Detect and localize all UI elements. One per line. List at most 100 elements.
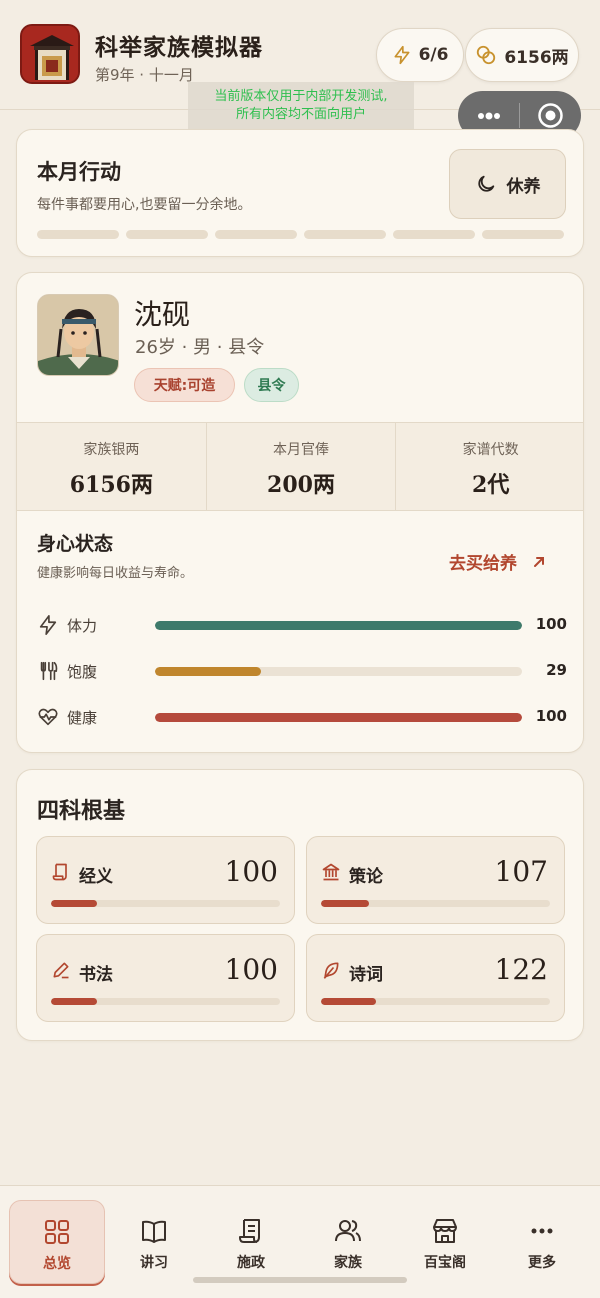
money-value: 6156两	[504, 47, 569, 68]
money-pill[interactable]: 6156两	[465, 28, 579, 82]
monthly-action-desc: 每件事都要用心,也要留一分余地。	[37, 197, 252, 213]
bar-value: 100	[535, 615, 567, 633]
subject-label: 经义	[79, 867, 113, 887]
capsule-divider	[519, 103, 520, 128]
stat-label: 家谱代数	[462, 442, 519, 458]
stat-value: 2代	[472, 472, 510, 498]
arrow-up-right-icon	[534, 556, 544, 567]
dev-notice: 当前版本仅用于内部开发测试, 所有内容均不面向用户	[188, 82, 414, 130]
bar-track	[155, 621, 522, 630]
buy-supplies-label: 去买给养	[449, 554, 517, 574]
action-slot[interactable]	[393, 230, 475, 239]
pen-icon	[53, 962, 69, 979]
subject-fill	[321, 998, 376, 1005]
feather-icon	[323, 962, 339, 979]
action-slot[interactable]	[482, 230, 564, 239]
lightning-icon	[39, 615, 57, 635]
moon-icon	[477, 175, 494, 192]
people-icon	[335, 1220, 361, 1242]
character-name: 沈砚	[134, 298, 191, 331]
subject-value: 100	[224, 855, 278, 888]
body-state-desc: 健康影响每日收益与寿命。	[37, 566, 194, 581]
subject-track	[321, 998, 550, 1005]
monthly-action-title: 本月行动	[37, 160, 121, 184]
body-state-title: 身心状态	[37, 533, 114, 555]
stat-generations: 家谱代数 2代	[396, 423, 583, 510]
subject-value: 107	[494, 855, 548, 888]
bar-label: 体力	[67, 617, 98, 635]
notice-line-2: 所有内容均不面向用户	[235, 107, 366, 122]
stat-family-silver: 家族银两 6156两	[17, 423, 207, 510]
subject-value: 122	[494, 953, 548, 986]
office-badge: 县令	[244, 368, 299, 402]
subject-label: 策论	[349, 867, 383, 887]
more-dots-icon[interactable]	[474, 104, 504, 128]
energy-pill[interactable]: 6/6	[376, 28, 464, 82]
tab-lecture[interactable]: 讲习	[106, 1200, 202, 1284]
rest-label: 休养	[506, 176, 541, 197]
book-icon	[142, 1220, 166, 1243]
stamina-bar: 体力 100	[37, 613, 567, 639]
subjects-card: 四科根基 经义 100 策论 107 书法 100 诗词 122	[16, 769, 584, 1041]
institution-icon	[322, 863, 340, 881]
stat-label: 本月官俸	[273, 442, 329, 458]
subject-celun[interactable]: 策论 107	[306, 836, 565, 924]
shop-icon	[433, 1219, 457, 1243]
game-date: 第9年 · 十一月	[95, 66, 194, 84]
subject-fill	[321, 900, 370, 907]
lightning-icon	[394, 45, 410, 65]
rest-button[interactable]: 休养	[449, 149, 566, 219]
avatar[interactable]	[37, 294, 119, 376]
tab-governance[interactable]: 施政	[203, 1200, 299, 1284]
bar-value: 100	[535, 707, 567, 725]
bar-label: 饱腹	[67, 663, 98, 681]
subject-fill	[51, 900, 97, 907]
character-card: 沈砚 26岁 · 男 · 县令 天赋:可造 县令 家族银两 6156两 本月官俸…	[16, 272, 584, 753]
bar-track	[155, 713, 522, 722]
tab-label: 家族	[334, 1255, 362, 1271]
heart-pulse-icon	[38, 708, 58, 726]
subject-label: 书法	[79, 965, 113, 985]
stat-label: 家族银两	[83, 442, 140, 458]
tab-treasure-shop[interactable]: 百宝阁	[397, 1200, 493, 1284]
action-slot[interactable]	[215, 230, 297, 239]
grid-icon	[45, 1220, 69, 1244]
satiety-bar: 饱腹 29	[37, 659, 567, 685]
scroll-icon	[239, 1219, 260, 1243]
action-slot[interactable]	[37, 230, 119, 239]
buy-supplies-link[interactable]: 去买给养	[449, 549, 547, 574]
bar-track	[155, 667, 522, 676]
tab-label: 讲习	[140, 1255, 168, 1271]
subject-value: 100	[224, 953, 278, 986]
tab-family[interactable]: 家族	[300, 1200, 396, 1284]
close-target-icon[interactable]	[537, 102, 564, 129]
utensils-icon	[40, 661, 58, 681]
subject-shufa[interactable]: 书法 100	[36, 934, 295, 1022]
tab-overview[interactable]: 总览	[9, 1200, 105, 1284]
character-meta: 26岁 · 男 · 县令	[135, 337, 265, 358]
action-slot[interactable]	[304, 230, 386, 239]
stat-value: 200两	[267, 472, 335, 498]
tab-label: 总览	[43, 1256, 71, 1272]
family-stats: 家族银两 6156两 本月官俸 200两 家谱代数 2代	[17, 422, 583, 511]
subject-fill	[51, 998, 97, 1005]
bar-value: 29	[546, 661, 567, 679]
subject-track	[321, 900, 550, 907]
action-slots	[37, 230, 564, 239]
app-logo	[20, 24, 80, 84]
tab-more[interactable]: 更多	[494, 1200, 590, 1284]
bar-fill	[155, 713, 522, 722]
home-indicator[interactable]	[193, 1277, 407, 1283]
health-bar: 健康 100	[37, 705, 567, 731]
energy-value: 6/6	[418, 45, 449, 65]
subject-shici[interactable]: 诗词 122	[306, 934, 565, 1022]
subject-track	[51, 998, 280, 1005]
subject-jingyi[interactable]: 经义 100	[36, 836, 295, 924]
app-title: 科举家族模拟器	[95, 34, 263, 61]
scroll-icon	[52, 863, 67, 881]
tab-label: 施政	[237, 1255, 265, 1271]
tab-label: 百宝阁	[424, 1255, 466, 1271]
stat-monthly-salary: 本月官俸 200两	[207, 423, 397, 510]
tab-label: 更多	[528, 1255, 556, 1271]
action-slot[interactable]	[126, 230, 208, 239]
